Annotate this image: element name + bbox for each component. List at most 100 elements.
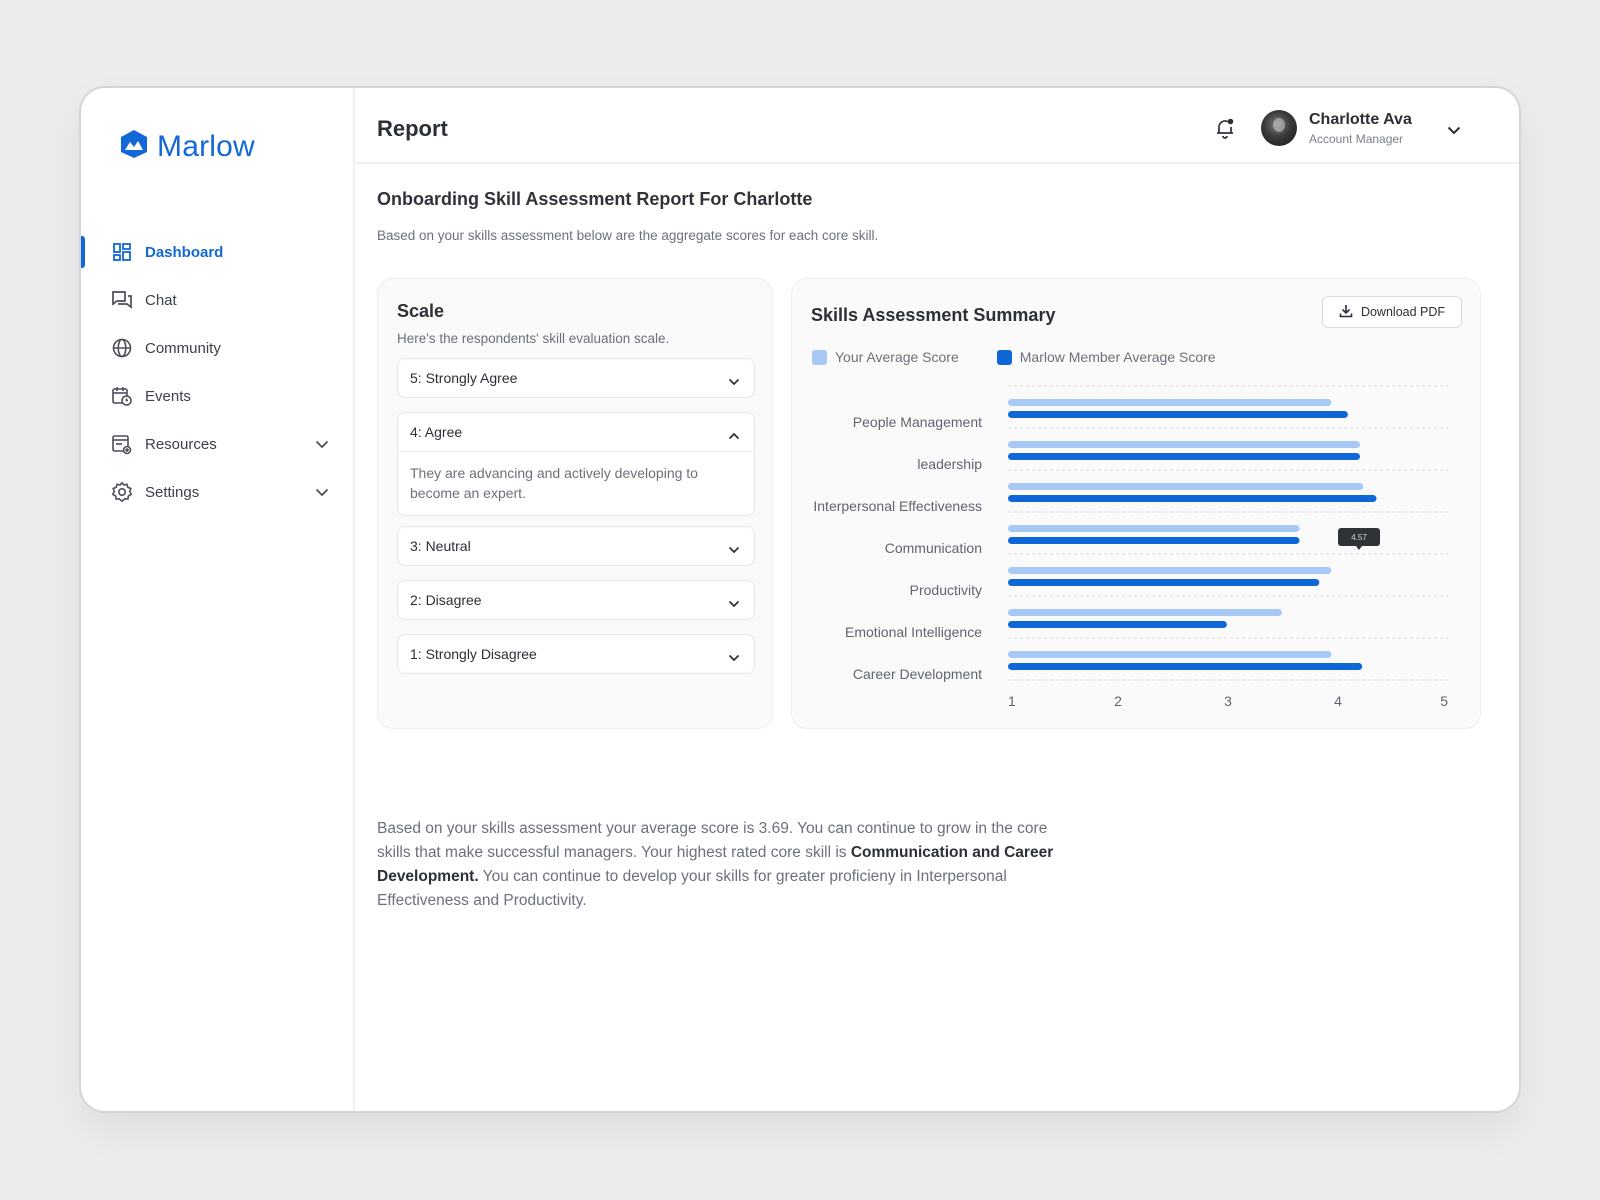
scale-item-2[interactable]: 2: Disagree — [397, 580, 755, 620]
sidebar-item-label: Settings — [145, 483, 200, 501]
accordion-body: They are advancing and actively developi… — [398, 451, 754, 515]
report-heading: Onboarding Skill Assessment Report For C… — [377, 189, 813, 209]
chart-title: Skills Assessment Summary — [811, 305, 1056, 325]
main-content: Report Charlotte Ava Account Manager Onb… — [355, 88, 1519, 1111]
scale-item-4[interactable]: 4: Agree They are advancing and actively… — [397, 412, 755, 516]
tooltip-pointer — [1356, 546, 1362, 550]
dashboard-icon — [111, 241, 133, 263]
accordion-label: 4: Agree — [410, 424, 463, 440]
chevron-down-icon — [315, 484, 329, 501]
user-name: Charlotte Ava — [1309, 110, 1412, 128]
bar — [1008, 483, 1364, 490]
accordion-header[interactable]: 5: Strongly Agree — [398, 359, 754, 397]
accordion-header[interactable]: 4: Agree — [398, 413, 754, 451]
sidebar-nav: Dashboard Chat Community Events Resource… — [81, 228, 353, 516]
category-label: Career Development — [853, 666, 982, 682]
sidebar-item-events[interactable]: Events — [81, 372, 353, 420]
legend-label: Your Average Score — [835, 349, 959, 365]
top-bar: Report Charlotte Ava Account Manager — [355, 88, 1519, 164]
accordion-header[interactable]: 3: Neutral — [398, 527, 754, 565]
bar — [1008, 579, 1320, 586]
accordion-label: 1: Strongly Disagree — [410, 646, 537, 662]
x-tick-label: 4 — [1334, 693, 1342, 709]
bar — [1008, 453, 1360, 460]
chevron-down-icon — [728, 595, 740, 611]
sidebar-item-community[interactable]: Community — [81, 324, 353, 372]
category-label: Interpersonal Effectiveness — [813, 498, 982, 514]
sidebar-item-label: Dashboard — [145, 243, 224, 261]
app-window: Marlow Dashboard Chat Community Events R… — [79, 86, 1521, 1113]
notification-bell-icon[interactable] — [1213, 116, 1237, 145]
accordion-label: 3: Neutral — [410, 538, 471, 554]
legend-item-member-score: Marlow Member Average Score — [996, 349, 1216, 365]
user-menu[interactable]: Charlotte Ava Account Manager — [1261, 110, 1412, 146]
category-label: People Management — [853, 414, 982, 430]
bar — [1008, 663, 1363, 670]
category-label: leadership — [917, 456, 982, 472]
skills-summary-card: People Management leadership Interpersonal… — [791, 278, 1481, 729]
page-title: Report — [377, 116, 448, 141]
bar — [1008, 495, 1377, 502]
sidebar-item-dashboard[interactable]: Dashboard — [81, 228, 353, 276]
bar — [1008, 537, 1300, 544]
x-tick-label: 2 — [1114, 693, 1122, 709]
skills-bar-chart: People Management leadership Interpersonal… — [813, 385, 1448, 709]
scale-card: Scale Here's the respondents' skill eval… — [377, 278, 773, 729]
accordion-label: 5: Strongly Agree — [410, 370, 518, 386]
category-label: Emotional Intelligence — [845, 624, 982, 640]
scale-item-3[interactable]: 3: Neutral — [397, 526, 755, 566]
scale-title: Scale — [397, 301, 445, 321]
sidebar-item-label: Events — [145, 387, 191, 405]
accordion-header[interactable]: 2: Disagree — [398, 581, 754, 619]
legend-item-your-score: Your Average Score — [812, 349, 959, 365]
summary-paragraph: Based on your skills assessment your ave… — [377, 817, 1067, 913]
x-tick-label: 5 — [1440, 693, 1448, 709]
download-pdf-label: Download PDF — [1360, 305, 1446, 319]
calendar-clock-icon — [111, 385, 133, 407]
sidebar-item-settings[interactable]: Settings — [81, 468, 353, 516]
resources-icon — [111, 433, 133, 455]
globe-icon — [111, 337, 133, 359]
legend-swatch — [996, 349, 1012, 365]
scale-item-1[interactable]: 1: Strongly Disagree — [397, 634, 755, 674]
chevron-down-icon — [728, 649, 740, 665]
brand-name: Marlow — [157, 129, 255, 163]
bar — [1008, 441, 1360, 448]
gear-icon — [111, 481, 133, 503]
sidebar: Marlow Dashboard Chat Community Events R… — [81, 88, 355, 1111]
chevron-down-icon — [728, 541, 740, 557]
sidebar-item-label: Community — [145, 339, 221, 357]
chat-icon — [111, 289, 133, 311]
sidebar-item-label: Resources — [145, 435, 217, 453]
scale-subtitle: Here's the respondents' skill evaluation… — [397, 331, 670, 346]
accordion-header[interactable]: 1: Strongly Disagree — [398, 635, 754, 673]
sidebar-item-label: Chat — [145, 291, 177, 309]
chevron-down-icon[interactable] — [1447, 122, 1461, 140]
bar — [1008, 621, 1227, 628]
scale-item-5[interactable]: 5: Strongly Agree — [397, 358, 755, 398]
chevron-down-icon — [315, 436, 329, 453]
tooltip-text: 4.57 — [1351, 533, 1367, 542]
marlow-logo-icon — [119, 128, 149, 165]
report-subheading: Based on your skills assessment below ar… — [377, 228, 879, 243]
chevron-down-icon — [728, 373, 740, 389]
user-role: Account Manager — [1309, 131, 1404, 146]
legend-label: Marlow Member Average Score — [1019, 349, 1216, 365]
bar — [1008, 651, 1332, 658]
x-tick-label: 1 — [1008, 693, 1016, 709]
bar — [1008, 411, 1348, 418]
chart-legend: Your Average Score Marlow Member Average… — [812, 349, 1216, 365]
sidebar-item-resources[interactable]: Resources — [81, 420, 353, 468]
category-label: Communication — [885, 540, 982, 556]
bar — [1008, 609, 1282, 616]
brand-logo[interactable]: Marlow — [119, 128, 255, 165]
accordion-label: 2: Disagree — [410, 592, 482, 608]
x-tick-label: 3 — [1224, 693, 1232, 709]
bar — [1008, 399, 1332, 406]
download-icon — [1339, 304, 1353, 321]
download-pdf-button[interactable]: Download PDF — [1322, 296, 1462, 328]
chevron-up-icon — [728, 427, 740, 443]
bar — [1008, 567, 1332, 574]
sidebar-item-chat[interactable]: Chat — [81, 276, 353, 324]
category-label: Productivity — [910, 582, 982, 598]
